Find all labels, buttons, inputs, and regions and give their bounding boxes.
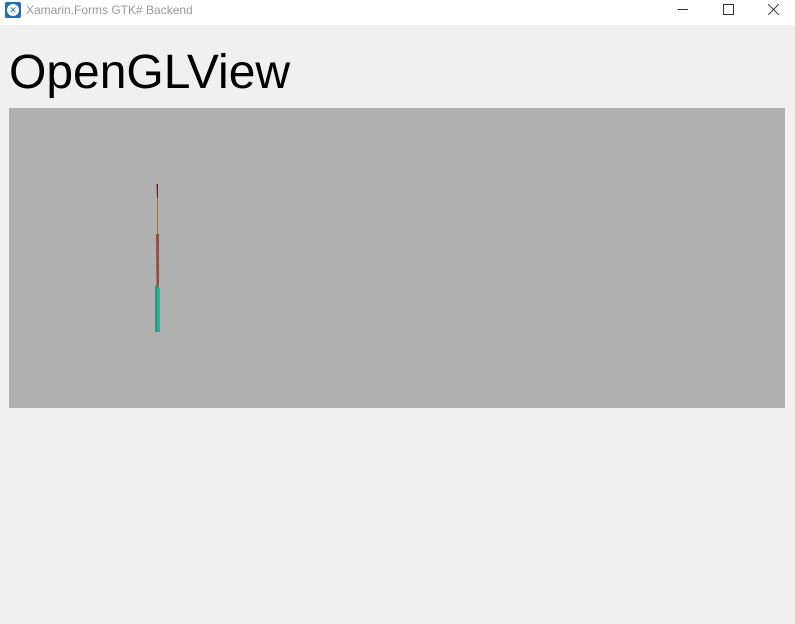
rendered-edge-middle [156, 234, 159, 284]
minimize-button[interactable] [660, 0, 706, 22]
maximize-button[interactable] [705, 0, 751, 22]
close-icon [767, 3, 780, 16]
page-title: OpenGLView [9, 46, 291, 99]
minimize-icon [678, 9, 688, 10]
window-title-bar: Xamarin.Forms GTK# Backend [0, 0, 795, 25]
xamarin-logo-icon [5, 2, 21, 18]
close-button[interactable] [750, 0, 795, 22]
opengl-view[interactable] [9, 108, 785, 408]
rendered-edge-top [156, 184, 158, 198]
opengl-render [155, 184, 160, 332]
window-title: Xamarin.Forms GTK# Backend [26, 3, 193, 17]
rendered-face-cyan [157, 288, 160, 332]
rendered-edge-upper [157, 198, 158, 234]
maximize-icon [723, 4, 734, 15]
